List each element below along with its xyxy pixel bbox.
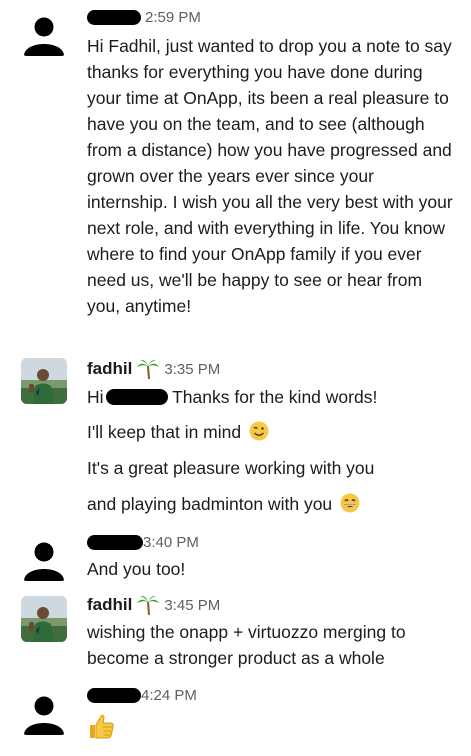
user-avatar[interactable] [21, 535, 67, 581]
message-1: 2:59 PM Hi Fadhil, just wanted to drop y… [0, 0, 471, 350]
palm-tree-icon [137, 359, 160, 379]
message-content [87, 712, 115, 745]
default-user-icon [24, 542, 64, 581]
message-line: wishing the onapp + virtuozzo merging to [87, 622, 406, 642]
palm-tree-icon [137, 595, 160, 615]
message-3: 3:40 PM And you too! [0, 530, 471, 585]
default-user-icon [24, 17, 64, 56]
message-text: Hi Fadhil, just wanted to drop you a not… [87, 36, 453, 316]
message-line: Hi Thanks for the kind words! [87, 384, 377, 410]
timestamp[interactable]: 2:59 PM [145, 9, 201, 26]
profile-photo [21, 596, 67, 642]
redacted-name [87, 9, 141, 25]
message-4: fadhil 3:45 PM wishing the onapp + virtu… [0, 592, 471, 672]
message-5: 4:24 PM [0, 684, 471, 754]
profile-photo [21, 358, 67, 404]
redacted-name [87, 687, 141, 703]
redacted-name [87, 534, 143, 550]
message-text: I'll keep that in mind [87, 422, 242, 442]
timestamp[interactable]: 3:35 PM [164, 361, 220, 378]
message-header: 4:24 PM [87, 684, 197, 706]
timestamp[interactable]: 3:45 PM [164, 597, 220, 614]
message-text: Thanks for the kind words! [167, 387, 378, 407]
message-header: 2:59 PM [87, 6, 201, 28]
message-2: fadhil 3:35 PM Hi Thanks for the kind wo… [0, 352, 471, 527]
default-user-icon [24, 696, 64, 735]
sender-name[interactable]: fadhil [87, 359, 132, 379]
message-header: 3:40 PM [87, 531, 199, 553]
message-line: It's a great pleasure working with you [87, 458, 375, 478]
message-header: fadhil 3:35 PM [87, 358, 220, 380]
message-text: And you too! [87, 559, 186, 579]
sender-name[interactable]: fadhil [87, 595, 132, 615]
timestamp[interactable]: 3:40 PM [143, 534, 199, 551]
fadhil-avatar[interactable] [21, 358, 67, 404]
message-line: and playing badminton with you [87, 491, 360, 517]
fadhil-avatar[interactable] [21, 596, 67, 642]
user-avatar[interactable] [21, 689, 67, 735]
message-text: Hi [87, 387, 104, 407]
user-avatar[interactable] [21, 10, 67, 56]
redacted-name [105, 389, 168, 405]
message-header: fadhil 3:45 PM [87, 594, 220, 616]
smiling-face-icon [340, 493, 360, 513]
timestamp[interactable]: 4:24 PM [141, 687, 197, 704]
message-line: I'll keep that in mind [87, 419, 269, 445]
message-line: become a stronger product as a whole [87, 648, 385, 668]
message-text: and playing badminton with you [87, 494, 333, 514]
winking-face-icon [249, 421, 269, 441]
thumbs-up-icon [90, 714, 114, 739]
